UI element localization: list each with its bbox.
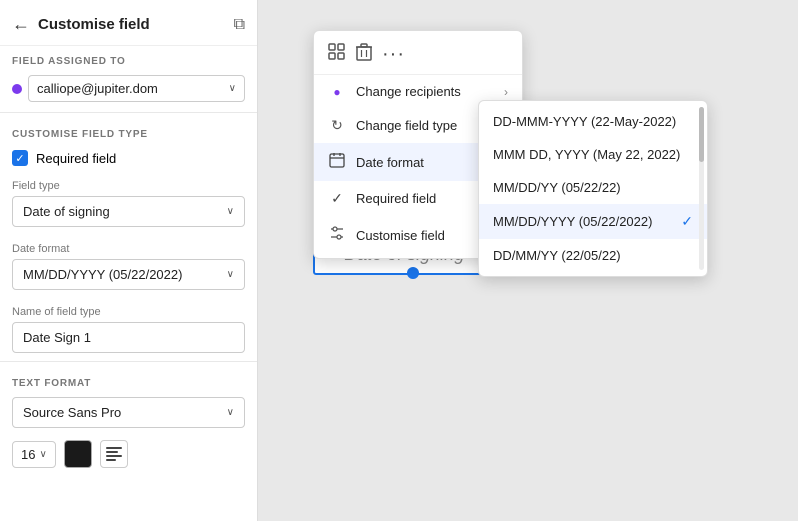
align-icon[interactable] bbox=[100, 440, 128, 468]
required-checkbox[interactable]: ✓ bbox=[12, 150, 28, 166]
submenu-item-mm-dd-yyyy[interactable]: MM/DD/YYYY (05/22/2022) ✓ bbox=[479, 204, 707, 239]
menu-item-left: Date format bbox=[328, 152, 424, 172]
copy-button[interactable]: ⧉ bbox=[234, 16, 245, 34]
back-header: ← Customise field ⧉ bbox=[0, 0, 257, 46]
date-format-chevron: ∨ bbox=[227, 269, 234, 280]
field-type-value: Date of signing bbox=[23, 204, 110, 219]
submenu-label: DD/MM/YY (22/05/22) bbox=[493, 248, 621, 263]
size-align-row: 16 ∨ bbox=[0, 436, 257, 480]
name-field-group: Name of field type bbox=[0, 298, 257, 361]
context-menu-toolbar: ··· bbox=[314, 35, 522, 75]
assigned-row: calliope@jupiter.dom ∨ bbox=[0, 71, 257, 112]
change-recipients-label: Change recipients bbox=[356, 84, 461, 99]
selected-checkmark: ✓ bbox=[681, 213, 693, 230]
submenu-item-mm-dd-yy[interactable]: MM/DD/YY (05/22/22) bbox=[479, 171, 707, 204]
date-format-label: Date format bbox=[12, 243, 245, 255]
menu-item-left: ↻ Change field type bbox=[328, 117, 457, 134]
field-type-chevron: ∨ bbox=[227, 206, 234, 217]
submenu-label: MM/DD/YY (05/22/22) bbox=[493, 180, 621, 195]
required-label: Required field bbox=[36, 151, 116, 166]
customise-field-menu-label: Customise field bbox=[356, 228, 445, 243]
size-chevron: ∨ bbox=[39, 449, 46, 460]
submenu-label: MMM DD, YYYY (May 22, 2022) bbox=[493, 147, 680, 162]
resize-handle[interactable] bbox=[407, 267, 419, 279]
assigned-email: calliope@jupiter.dom bbox=[37, 81, 158, 96]
menu-item-left: ● Change recipients bbox=[328, 84, 461, 99]
font-value: Source Sans Pro bbox=[23, 405, 121, 420]
right-panel: ··· ● Change recipients › ↻ Change field… bbox=[258, 0, 798, 521]
refresh-icon: ↻ bbox=[328, 117, 346, 134]
date-format-value: MM/DD/YYYY (05/22/2022) bbox=[23, 267, 182, 282]
assigned-select[interactable]: calliope@jupiter.dom ∨ bbox=[28, 75, 245, 102]
menu-item-left: ✓ Required field bbox=[328, 190, 436, 207]
field-type-label: Field type bbox=[12, 180, 245, 192]
font-select[interactable]: Source Sans Pro ∨ bbox=[12, 397, 245, 428]
back-button[interactable]: ← bbox=[12, 14, 30, 35]
change-field-type-label: Change field type bbox=[356, 118, 457, 133]
date-format-menu-label: Date format bbox=[356, 155, 424, 170]
font-chevron: ∨ bbox=[227, 407, 234, 418]
size-value: 16 bbox=[21, 447, 35, 462]
name-field-label: Name of field type bbox=[12, 306, 245, 318]
required-field-menu-label: Required field bbox=[356, 191, 436, 206]
submenu-item-dd-mm-yy[interactable]: DD/MM/YY (22/05/22) bbox=[479, 239, 707, 272]
purple-dot bbox=[12, 84, 22, 94]
font-select-row: Source Sans Pro ∨ bbox=[0, 393, 257, 436]
submenu-item-dd-mmm-yyyy[interactable]: DD-MMM-YYYY (22-May-2022) bbox=[479, 105, 707, 138]
text-format-section: TEXT FORMAT bbox=[0, 362, 257, 393]
menu-item-left: Customise field bbox=[328, 225, 445, 245]
purple-circle-icon: ● bbox=[328, 85, 346, 99]
panel-title: Customise field bbox=[38, 16, 150, 33]
text-format-label: TEXT FORMAT bbox=[12, 370, 245, 393]
change-recipients-arrow: › bbox=[504, 85, 508, 99]
submenu-label: DD-MMM-YYYY (22-May-2022) bbox=[493, 114, 676, 129]
field-assigned-label: FIELD ASSIGNED TO bbox=[0, 46, 257, 71]
name-field-input[interactable] bbox=[12, 322, 245, 353]
field-type-group: Field type Date of signing ∨ bbox=[0, 172, 257, 235]
date-format-submenu: DD-MMM-YYYY (22-May-2022) MMM DD, YYYY (… bbox=[478, 100, 708, 277]
check-icon: ✓ bbox=[328, 190, 346, 207]
submenu-scrollbar bbox=[699, 107, 704, 270]
required-row[interactable]: ✓ Required field bbox=[0, 144, 257, 172]
sliders-icon bbox=[328, 225, 346, 245]
submenu-scroll-thumb bbox=[699, 107, 704, 162]
color-picker[interactable] bbox=[64, 440, 92, 468]
submenu-label: MM/DD/YYYY (05/22/2022) bbox=[493, 214, 652, 229]
date-format-group: Date format MM/DD/YYYY (05/22/2022) ∨ bbox=[0, 235, 257, 298]
calendar-icon bbox=[328, 152, 346, 172]
customise-field-type-label: CUSTOMISE FIELD TYPE bbox=[12, 121, 245, 144]
trash-icon[interactable] bbox=[356, 43, 372, 66]
more-icon[interactable]: ··· bbox=[382, 43, 405, 66]
size-select[interactable]: 16 ∨ bbox=[12, 441, 56, 468]
customise-section-label: CUSTOMISE FIELD TYPE bbox=[0, 113, 257, 144]
left-panel: ← Customise field ⧉ FIELD ASSIGNED TO ca… bbox=[0, 0, 258, 521]
date-format-select[interactable]: MM/DD/YYYY (05/22/2022) ∨ bbox=[12, 259, 245, 290]
submenu-item-mmm-dd-yyyy[interactable]: MMM DD, YYYY (May 22, 2022) bbox=[479, 138, 707, 171]
grid-icon[interactable] bbox=[328, 43, 346, 66]
assigned-chevron: ∨ bbox=[229, 83, 236, 94]
field-type-select[interactable]: Date of signing ∨ bbox=[12, 196, 245, 227]
